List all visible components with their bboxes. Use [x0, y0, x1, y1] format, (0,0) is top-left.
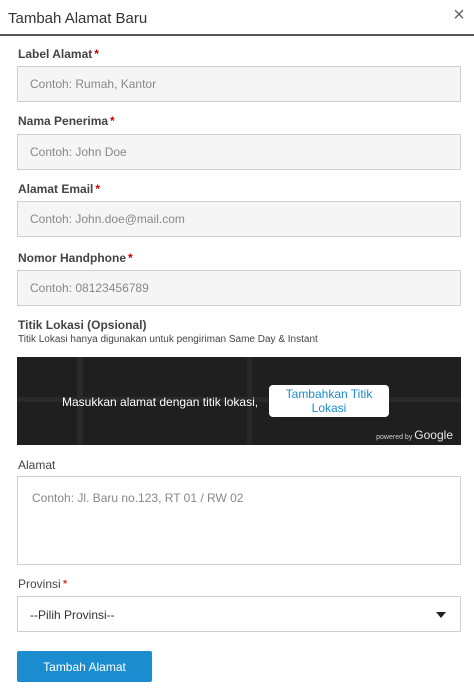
phone-label: Nomor Handphone * [18, 251, 133, 265]
nama-penerima-text: Nama Penerima [18, 114, 109, 128]
phone-label-text: Nomor Handphone [18, 251, 126, 265]
email-input[interactable] [17, 201, 461, 237]
close-icon[interactable]: × [450, 5, 468, 25]
label-alamat-label: Label Alamat * [18, 47, 99, 61]
google-logo: Google [414, 428, 453, 442]
add-location-pin-button[interactable]: Tambahkan Titik Lokasi [269, 385, 389, 417]
location-hint: Titik Lokasi hanya digunakan untuk pengi… [18, 334, 318, 345]
province-label: Provinsi * [18, 577, 67, 591]
location-label: Titik Lokasi (Opsional) [18, 318, 147, 332]
phone-input[interactable] [17, 270, 461, 306]
modal-header: Tambah Alamat Baru × [0, 0, 474, 36]
province-select[interactable]: --Pilih Provinsi-- [17, 596, 461, 632]
required-mark: * [94, 47, 99, 61]
address-textarea[interactable] [17, 476, 461, 565]
map-prompt-text: Masukkan alamat dengan titik lokasi, [62, 395, 259, 409]
nama-penerima-label: Nama Penerima * [18, 114, 115, 128]
province-label-text: Provinsi [18, 577, 61, 591]
required-mark: * [95, 182, 101, 196]
email-label: Alamat Email * [18, 182, 100, 196]
province-selected-value: --Pilih Provinsi-- [30, 608, 115, 622]
location-map: Masukkan alamat dengan titik lokasi, Tam… [17, 357, 461, 445]
label-alamat-text: Label Alamat [18, 47, 93, 61]
required-mark: * [62, 577, 68, 591]
required-mark: * [128, 251, 133, 265]
nama-penerima-input[interactable] [17, 134, 461, 170]
required-mark: * [110, 114, 115, 128]
address-label: Alamat [18, 458, 56, 472]
add-address-button[interactable]: Tambah Alamat [17, 651, 152, 682]
label-alamat-input[interactable] [17, 66, 461, 102]
email-label-text: Alamat Email [18, 182, 94, 196]
dropdown-arrow-icon [436, 612, 446, 618]
powered-by-text: powered by [376, 434, 413, 441]
powered-by-google: powered by Google [376, 428, 453, 442]
modal-title: Tambah Alamat Baru [8, 10, 148, 27]
